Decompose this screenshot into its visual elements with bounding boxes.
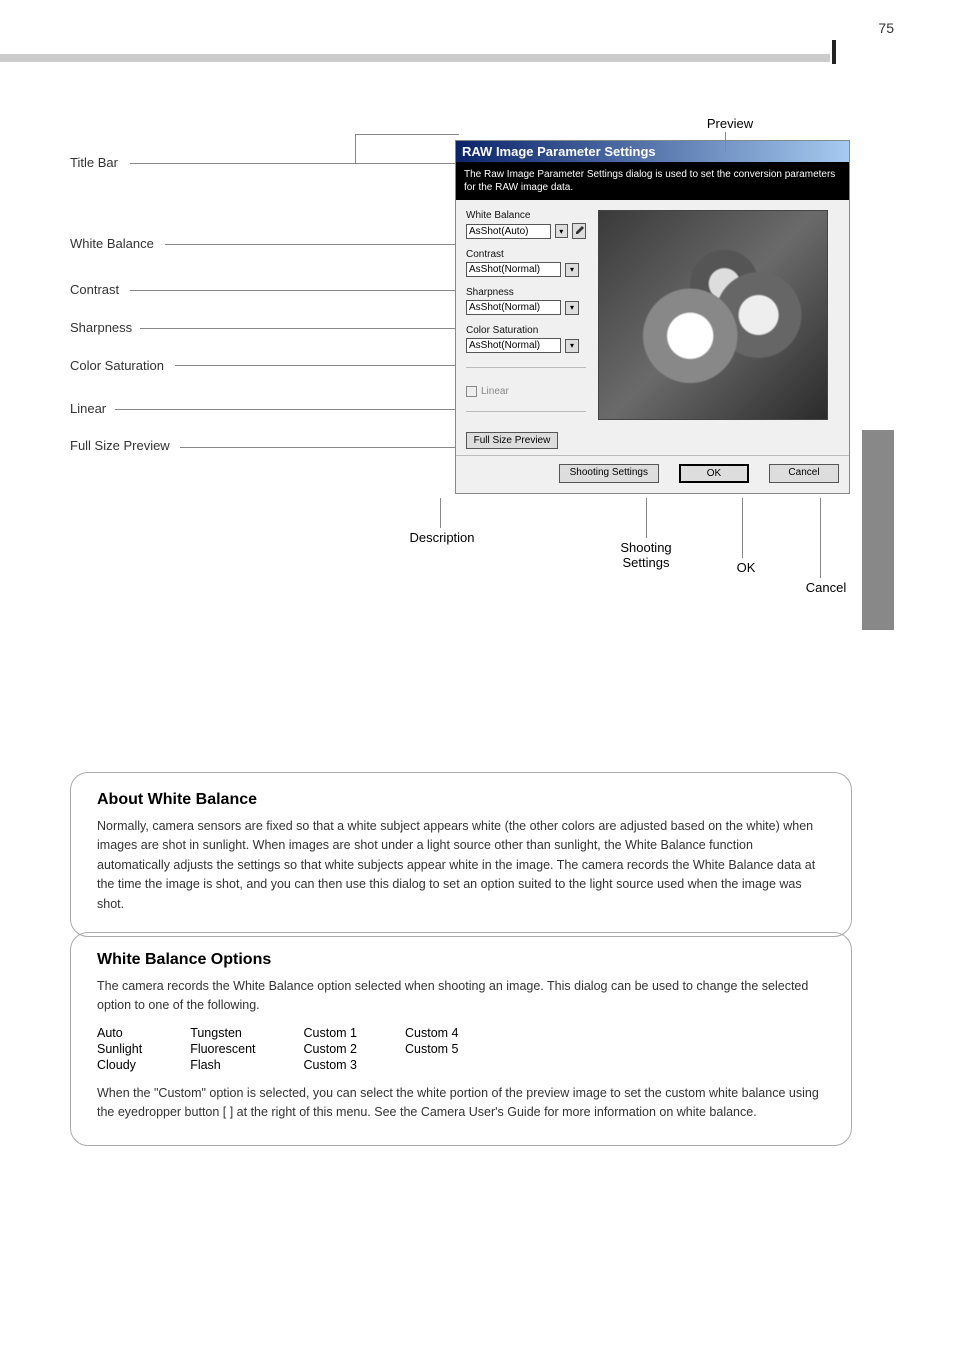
wb-options-outro: When the "Custom" option is selected, yo… — [97, 1084, 825, 1123]
chevron-down-icon[interactable]: ▾ — [565, 263, 579, 277]
callout-line — [646, 498, 647, 538]
callout-line — [725, 132, 726, 152]
top-corner-mark — [832, 40, 836, 64]
eyedropper-icon[interactable] — [572, 223, 586, 239]
dialog-titlebar[interactable]: RAW Image Parameter Settings — [456, 141, 849, 162]
sat-select[interactable]: AsShot(Normal) — [466, 338, 561, 353]
wb-select-value: AsShot(Auto) — [469, 226, 528, 237]
page-number: 75 — [878, 20, 894, 36]
callout-fullsize: Full Size Preview — [70, 438, 170, 453]
callout-line — [355, 134, 459, 135]
callout-ok: OK — [726, 560, 766, 575]
raw-param-dialog: RAW Image Parameter Settings The Raw Ima… — [455, 140, 850, 494]
callout-line — [140, 328, 465, 329]
callout-sharp: Sharpness — [70, 320, 132, 335]
callout-preview: Preview — [700, 116, 760, 131]
callout-cancel: Cancel — [796, 580, 856, 595]
field-contrast: Contrast AsShot(Normal) ▾ — [466, 249, 586, 277]
about-white-balance-box: About White Balance Normally, camera sen… — [70, 772, 852, 937]
ok-button[interactable]: OK — [679, 464, 749, 483]
separator — [466, 411, 586, 412]
wb-option: Custom 2 — [304, 1042, 358, 1056]
contrast-select[interactable]: AsShot(Normal) — [466, 262, 561, 277]
wb-option: Cloudy — [97, 1058, 142, 1072]
field-saturation: Color Saturation AsShot(Normal) ▾ — [466, 325, 586, 353]
contrast-label: Contrast — [466, 249, 586, 260]
callout-wb: White Balance — [70, 236, 154, 251]
dialog-description: The Raw Image Parameter Settings dialog … — [456, 162, 849, 200]
callout-line — [175, 365, 465, 366]
shooting-settings-button[interactable]: Shooting Settings — [559, 464, 659, 483]
fullsize-preview-button[interactable]: Full Size Preview — [466, 432, 558, 449]
top-divider-bar — [0, 54, 830, 62]
side-tab-label: Working with Images — [898, 560, 913, 760]
wb-options-box: White Balance Options The camera records… — [70, 932, 852, 1146]
about-wb-body: Normally, camera sensors are fixed so th… — [97, 817, 825, 914]
sharp-label: Sharpness — [466, 287, 586, 298]
wb-option: Custom 3 — [304, 1058, 358, 1072]
callout-line — [130, 290, 465, 291]
wb-option: Flash — [190, 1058, 255, 1072]
field-white-balance: White Balance AsShot(Auto) ▾ — [466, 210, 586, 239]
callout-line — [742, 498, 743, 558]
wb-options-list: Auto Sunlight Cloudy Tungsten Fluorescen… — [97, 1026, 825, 1072]
wb-label: White Balance — [466, 210, 586, 221]
wb-option: Auto — [97, 1026, 142, 1040]
chevron-down-icon[interactable]: ▾ — [555, 224, 568, 238]
wb-option: Custom 4 — [405, 1026, 459, 1040]
contrast-select-value: AsShot(Normal) — [469, 264, 540, 275]
sharp-select[interactable]: AsShot(Normal) — [466, 300, 561, 315]
callout-sat: Color Saturation — [70, 358, 164, 373]
callout-line — [165, 244, 465, 245]
callout-linear: Linear — [70, 401, 106, 416]
checkbox-icon[interactable] — [466, 386, 477, 397]
callout-shooting: Shooting Settings — [596, 540, 696, 570]
chevron-down-icon[interactable]: ▾ — [565, 301, 579, 315]
preview-image — [598, 210, 828, 420]
callout-line — [115, 409, 490, 410]
callout-description: Description — [392, 530, 492, 545]
wb-option: Custom 5 — [405, 1042, 459, 1056]
wb-option: Custom 1 — [304, 1026, 358, 1040]
wb-option: Fluorescent — [190, 1042, 255, 1056]
linear-label: Linear — [481, 386, 509, 397]
wb-option: Tungsten — [190, 1026, 255, 1040]
sat-label: Color Saturation — [466, 325, 586, 336]
wb-option: Sunlight — [97, 1042, 142, 1056]
callout-line — [440, 498, 441, 528]
sharp-select-value: AsShot(Normal) — [469, 302, 540, 313]
callout-contrast: Contrast — [70, 282, 119, 297]
callout-line — [355, 134, 356, 164]
separator — [466, 367, 586, 368]
wb-options-intro: The camera records the White Balance opt… — [97, 977, 825, 1016]
side-tab — [862, 430, 894, 630]
cancel-button[interactable]: Cancel — [769, 464, 839, 483]
linear-checkbox-row[interactable]: Linear — [466, 386, 586, 397]
sat-select-value: AsShot(Normal) — [469, 340, 540, 351]
callout-titlebar: Title Bar — [70, 155, 118, 170]
field-sharpness: Sharpness AsShot(Normal) ▾ — [466, 287, 586, 315]
callout-line — [130, 163, 455, 164]
callout-line — [820, 498, 821, 578]
wb-options-title: White Balance Options — [97, 951, 825, 969]
about-wb-title: About White Balance — [97, 791, 825, 809]
chevron-down-icon[interactable]: ▾ — [565, 339, 579, 353]
wb-select[interactable]: AsShot(Auto) — [466, 224, 551, 239]
callout-line — [180, 447, 500, 448]
